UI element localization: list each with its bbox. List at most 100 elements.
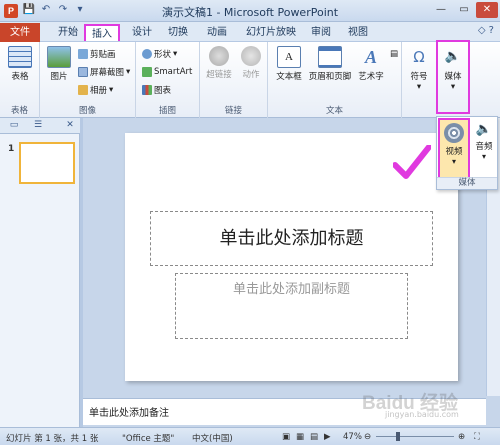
group-images-label: 图像 (78, 106, 96, 116)
smartart-icon (142, 67, 152, 77)
tab-transitions[interactable]: 切换 (162, 24, 194, 41)
clipart-icon (78, 49, 88, 59)
reading-view-icon[interactable]: ▤ (310, 432, 318, 442)
chart-label: 图表 (154, 86, 172, 96)
zoom-in-icon[interactable]: ⊕ (458, 432, 465, 442)
group-links-label: 链接 (224, 106, 242, 116)
chevron-down-icon: ▾ (126, 67, 131, 77)
action-button[interactable]: 动作 (234, 46, 268, 80)
film-reel-icon (444, 123, 464, 143)
group-table-label: 表格 (10, 106, 28, 116)
hyperlink-button[interactable]: 超链接 (202, 46, 236, 80)
group-symbols: Ω 符号 ▾ (402, 42, 436, 118)
table-icon (8, 46, 32, 68)
header-footer-button[interactable]: 页眉和页脚 (308, 46, 352, 82)
maximize-button[interactable]: ▭ (453, 2, 475, 18)
subtitle-placeholder[interactable]: 单击此处添加副标题 (175, 273, 408, 339)
group-illustrations-label: 插图 (158, 106, 176, 116)
chart-button[interactable]: 图表 (142, 84, 171, 96)
video-button[interactable]: 视频 ▾ (438, 118, 470, 180)
zoom-slider-thumb[interactable] (396, 432, 400, 441)
tab-view[interactable]: 视图 (342, 24, 374, 41)
language-indicator[interactable]: 中文(中国) (192, 432, 233, 444)
tab-design[interactable]: 设计 (126, 24, 158, 41)
chevron-down-icon: ▾ (109, 85, 114, 95)
clipart-button[interactable]: 剪贴画 (78, 48, 116, 60)
tab-file[interactable]: 文件 (0, 23, 40, 42)
window-title: 演示文稿1 - Microsoft PowerPoint (161, 6, 339, 19)
tab-animations[interactable]: 动画 (201, 24, 233, 41)
media-dropdown: 视频 ▾ 🔈 音频 ▾ 媒体 (436, 116, 498, 190)
slide-thumbnail[interactable] (19, 142, 75, 184)
media-dropdown-footer: 媒体 (437, 177, 497, 189)
checkmark-annotation (393, 145, 431, 179)
slide-info: 幻灯片 第 1 张，共 1 张 (6, 434, 99, 444)
slide-thumbnail-pane: 1 (0, 134, 80, 427)
wordart-button[interactable]: A 艺术字 (354, 46, 388, 82)
wordart-label: 艺术字 (358, 72, 384, 82)
picture-button[interactable]: 图片 (42, 46, 76, 82)
symbols-button[interactable]: Ω 符号 ▾ (402, 46, 436, 92)
chevron-down-icon: ▾ (481, 152, 486, 161)
omega-icon: Ω (413, 48, 425, 66)
table-button[interactable]: 表格 (3, 46, 37, 82)
ribbon-tabs: 文件 开始 插入 设计 切换 动画 幻灯片放映 审阅 视图 ◇ ? (0, 22, 500, 42)
title-bar: P 💾 ↶ ↷ ▾ 演示文稿1 - Microsoft PowerPoint —… (0, 0, 500, 22)
slides-tab-icon[interactable]: ▭ (6, 120, 22, 132)
group-illustrations: 形状 ▾ SmartArt 图表 插图 (136, 42, 200, 118)
close-button[interactable]: ✕ (476, 2, 498, 18)
action-label: 动作 (242, 70, 260, 80)
normal-view-icon[interactable]: ▣ (282, 432, 290, 442)
minimize-button[interactable]: — (430, 2, 452, 18)
title-placeholder[interactable]: 单击此处添加标题 (150, 211, 433, 266)
globe-icon (209, 46, 229, 66)
tab-insert[interactable]: 插入 (84, 24, 120, 41)
chevron-down-icon: ▾ (451, 157, 456, 166)
pane-tabs: ▭ ☰ ✕ (0, 118, 80, 134)
audio-button[interactable]: 🔈 音频 ▾ (471, 120, 497, 161)
textbox-button[interactable]: A 文本框 (272, 46, 306, 82)
header-footer-label: 页眉和页脚 (308, 72, 352, 82)
shapes-button[interactable]: 形状 ▾ (142, 48, 177, 60)
media-highlight-box (436, 40, 470, 114)
album-icon (78, 85, 88, 95)
zoom-out-icon[interactable]: ⊖ (364, 432, 371, 442)
screenshot-button[interactable]: 屏幕截图 ▾ (78, 66, 130, 78)
text-more-button[interactable]: ▤ (390, 48, 398, 60)
screenshot-icon (78, 67, 88, 77)
header-footer-icon (318, 46, 342, 68)
slideshow-view-icon[interactable]: ▶ (324, 432, 331, 442)
slide-sorter-icon[interactable]: ▦ (296, 432, 304, 442)
theme-name[interactable]: "Office 主题" (122, 432, 174, 444)
status-bar: 幻灯片 第 1 张，共 1 张 "Office 主题" 中文(中国) ▣ ▦ ▤… (0, 427, 500, 445)
pane-splitter[interactable] (80, 118, 83, 427)
chevron-down-icon: ▾ (173, 49, 178, 59)
textbox-label: 文本框 (276, 72, 302, 82)
slide-number: 1 (8, 144, 15, 154)
close-pane-icon[interactable]: ✕ (62, 120, 78, 132)
tab-home[interactable]: 开始 (52, 24, 84, 41)
chart-icon (142, 85, 152, 95)
album-button[interactable]: 相册 ▾ (78, 84, 113, 96)
tab-review[interactable]: 审阅 (305, 24, 337, 41)
audio-label: 音频 (475, 142, 493, 152)
chevron-down-icon: ▾ (416, 82, 422, 92)
baidu-watermark-url: jingyan.baidu.com (385, 410, 459, 419)
wordart-icon: A (364, 47, 377, 67)
smartart-label: SmartArt (154, 67, 193, 77)
zoom-slider[interactable] (376, 436, 454, 437)
group-images: 图片 剪贴画 屏幕截图 ▾ 相册 ▾ 图像 (40, 42, 136, 118)
group-text-label: 文本 (325, 106, 343, 116)
group-text: A 文本框 页眉和页脚 A 艺术字 ▤ 文本 (268, 42, 402, 118)
album-label: 相册 (90, 86, 108, 96)
group-table: 表格 表格 (0, 42, 40, 118)
window-controls: — ▭ ✕ (430, 2, 498, 18)
zoom-level[interactable]: 47% (343, 432, 362, 442)
shapes-icon (142, 49, 152, 59)
outline-tab-icon[interactable]: ☰ (30, 120, 46, 132)
fit-slide-icon[interactable]: ⛶ (474, 432, 480, 442)
tab-slideshow[interactable]: 幻灯片放映 (240, 24, 302, 41)
clipart-label: 剪贴画 (90, 50, 116, 60)
smartart-button[interactable]: SmartArt (142, 66, 192, 78)
help-icon[interactable]: ◇ ? (478, 25, 494, 36)
